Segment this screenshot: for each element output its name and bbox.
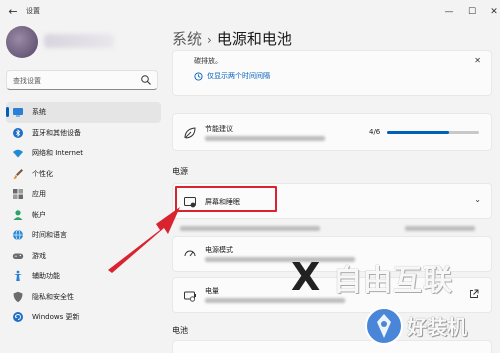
- recommendations-progress-fill: [387, 131, 449, 134]
- breadcrumb: 系统 › 电源和电池: [172, 28, 292, 49]
- sidebar-item-label: 网络和 Internet: [32, 149, 84, 158]
- screen-sleep-link-blurred: [405, 226, 475, 231]
- gamepad-icon: [12, 250, 24, 262]
- recommendations-progress: [387, 131, 479, 134]
- system-icon: [12, 106, 24, 118]
- sidebar-nav: 系统 蓝牙和其他设备 网络和 Internet 个性化 应用 帐户 时间和语言 …: [6, 102, 161, 328]
- sidebar-item-label: 应用: [32, 190, 46, 199]
- sidebar-item-apps[interactable]: 应用: [6, 184, 161, 205]
- globe-clock-icon: [12, 229, 24, 241]
- sidebar-item-label: 蓝牙和其他设备: [32, 128, 81, 137]
- sidebar-item-label: 时间和语言: [32, 231, 67, 240]
- watermark-x-logo: X: [291, 255, 321, 299]
- notice-text: 碳排放。: [194, 57, 222, 65]
- chevron-down-icon[interactable]: ⌄: [474, 195, 481, 204]
- watermark-secondary: 好装机: [407, 315, 467, 339]
- maximize-button[interactable]: ☐: [461, 2, 483, 22]
- screen-sleep-description-blurred: [180, 226, 320, 231]
- recommendations-title: 节能建议: [205, 125, 233, 133]
- page-title: 电源和电池: [216, 30, 292, 48]
- power-mode-icon: [184, 250, 196, 257]
- title-bar: ← 设置 — ☐ ✕: [0, 0, 500, 26]
- search-input[interactable]: [13, 75, 133, 87]
- avatar[interactable]: [6, 26, 38, 58]
- user-name-blurred: [44, 34, 114, 48]
- sidebar-item-windows-update[interactable]: Windows 更新: [6, 307, 161, 328]
- search-box[interactable]: [6, 70, 158, 90]
- sidebar-item-label: 系统: [32, 108, 46, 117]
- breadcrumb-parent[interactable]: 系统: [172, 30, 202, 48]
- watermark-brand: 自由互联: [333, 263, 454, 297]
- sidebar-item-accessibility[interactable]: 辅助功能: [6, 266, 161, 287]
- watermark: X 自由互联 好装机: [283, 255, 498, 350]
- minimize-button[interactable]: —: [438, 2, 460, 22]
- energy-recommendations-card[interactable]: 节能建议 4/6: [172, 113, 492, 151]
- sidebar-item-personalization[interactable]: 个性化: [6, 164, 161, 185]
- battery-usage-icon: [184, 291, 196, 302]
- shield-icon: [12, 291, 24, 303]
- sidebar-item-gaming[interactable]: 游戏: [6, 246, 161, 267]
- sidebar: 系统 蓝牙和其他设备 网络和 Internet 个性化 应用: [0, 26, 165, 353]
- sidebar-item-label: Windows 更新: [32, 313, 80, 322]
- sidebar-item-accounts[interactable]: 帐户: [6, 205, 161, 226]
- section-power-heading: 电源: [172, 167, 188, 176]
- update-icon: [12, 311, 24, 323]
- search-icon[interactable]: [140, 74, 152, 86]
- breadcrumb-separator: ›: [207, 33, 212, 47]
- sidebar-item-network[interactable]: 网络和 Internet: [6, 143, 161, 164]
- close-icon[interactable]: ✕: [474, 56, 481, 65]
- sidebar-item-time-language[interactable]: 时间和语言: [6, 225, 161, 246]
- account-icon: [12, 209, 24, 221]
- leaf-icon: [184, 127, 196, 139]
- brush-icon: [12, 168, 24, 180]
- bluetooth-icon: [12, 127, 24, 139]
- watermark-badge-icon: [365, 307, 403, 345]
- notice-link[interactable]: 仅显示两个时间间隔: [194, 71, 270, 81]
- window-title: 设置: [26, 7, 40, 15]
- sidebar-item-label: 帐户: [32, 210, 46, 219]
- sidebar-item-label: 辅助功能: [32, 272, 60, 281]
- section-battery-heading: 电池: [172, 326, 188, 335]
- sidebar-item-privacy[interactable]: 隐私和安全性: [6, 287, 161, 308]
- highlight-box: [175, 186, 277, 212]
- wifi-icon: [12, 147, 24, 159]
- back-button[interactable]: ←: [4, 3, 22, 21]
- carbon-notice-card: 碳排放。 仅显示两个时间间隔 ✕: [172, 50, 492, 96]
- recommendations-count: 4/6: [369, 128, 381, 136]
- sidebar-item-label: 个性化: [32, 169, 53, 178]
- close-window-button[interactable]: ✕: [483, 2, 500, 22]
- sidebar-item-label: 隐私和安全性: [32, 292, 74, 301]
- recommendations-subtitle-blurred: [205, 136, 325, 141]
- accessibility-icon: [12, 270, 24, 282]
- power-mode-title: 电源模式: [205, 246, 233, 254]
- apps-icon: [12, 188, 24, 200]
- sidebar-item-bluetooth[interactable]: 蓝牙和其他设备: [6, 123, 161, 144]
- power-usage-title: 电量: [205, 287, 219, 295]
- sidebar-item-label: 游戏: [32, 251, 46, 260]
- notice-link-label: 仅显示两个时间间隔: [207, 72, 270, 80]
- link-icon: [194, 71, 203, 81]
- sidebar-item-system[interactable]: 系统: [6, 102, 161, 123]
